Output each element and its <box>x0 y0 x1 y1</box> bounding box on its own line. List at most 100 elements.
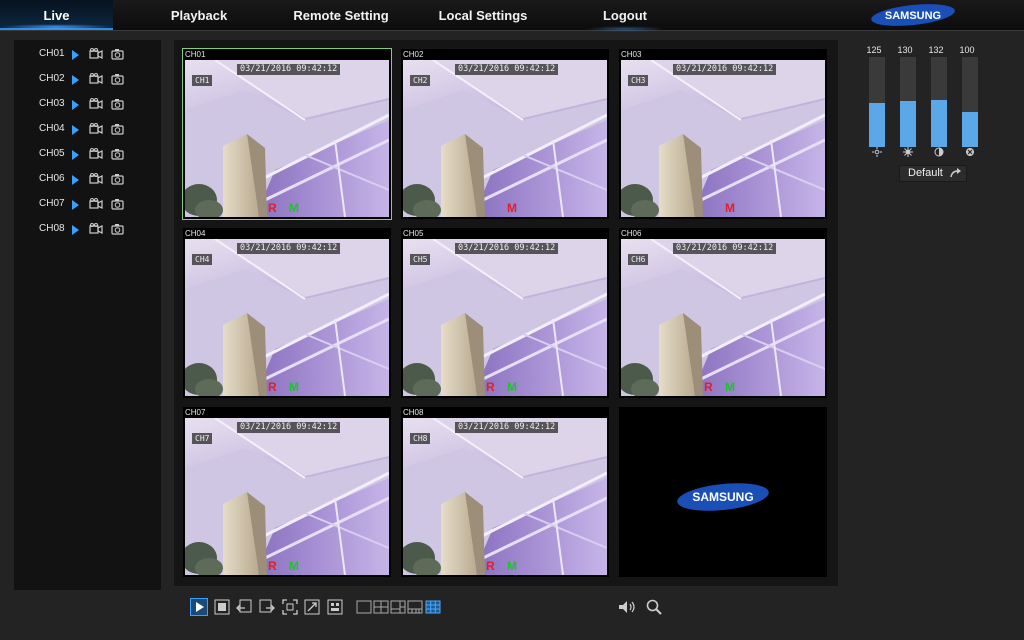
motion-indicator: M <box>507 380 517 394</box>
slider-fill <box>931 100 947 147</box>
samsung-logo: SAMSUNG <box>870 3 956 27</box>
nav-logout[interactable]: Logout <box>585 0 665 32</box>
slider-fill <box>869 102 885 147</box>
record-camera-icon[interactable] <box>89 148 103 160</box>
previous-icon[interactable] <box>235 598 253 616</box>
record-camera-icon[interactable] <box>89 223 103 235</box>
motion-indicator: M <box>725 201 735 215</box>
cell-title: CH07 <box>185 408 206 417</box>
channel-row-ch01[interactable]: CH01 <box>14 45 161 65</box>
snapshot-icon[interactable] <box>111 148 124 160</box>
play-icon[interactable] <box>72 125 79 135</box>
video-cell-ch05[interactable]: CH05 03/21/2016 09:42:12 CH5 R M <box>401 228 609 398</box>
camera-feed: 03/21/2016 09:42:12 CH8 R M <box>403 418 607 575</box>
layout-9-icon[interactable] <box>424 598 442 616</box>
slider-track[interactable] <box>931 57 947 147</box>
video-cell-ch08[interactable]: CH08 03/21/2016 09:42:12 CH8 R M <box>401 407 609 577</box>
nav-playback[interactable]: Playback <box>150 0 248 30</box>
record-camera-icon[interactable] <box>89 198 103 210</box>
snapshot-icon[interactable] <box>111 173 124 185</box>
cell-title: CH02 <box>403 50 424 59</box>
motion-indicator: M <box>289 201 299 215</box>
play-icon[interactable] <box>72 50 79 60</box>
samsung-logo-text: SAMSUNG <box>692 490 753 504</box>
record-camera-icon[interactable] <box>89 123 103 135</box>
video-cell-ch04[interactable]: CH04 03/21/2016 09:42:12 CH4 R M <box>183 228 391 398</box>
samsung-logo: SAMSUNG <box>675 480 771 514</box>
cell-title: CH04 <box>185 229 206 238</box>
snapshot-icon[interactable] <box>111 223 124 235</box>
saturation-value: 130 <box>897 45 913 55</box>
layout-6-icon[interactable] <box>389 598 407 616</box>
video-cell-ch06[interactable]: CH06 03/21/2016 09:42:12 CH6 R M <box>619 228 827 398</box>
exit-fullscreen-icon[interactable] <box>303 598 321 616</box>
stop-all-icon[interactable] <box>213 598 231 616</box>
osd-timestamp: 03/21/2016 09:42:12 <box>237 243 341 254</box>
camera-feed: 03/21/2016 09:42:12 CH6 R M <box>621 239 825 396</box>
record-camera-icon[interactable] <box>89 73 103 85</box>
channel-label: CH01 <box>39 48 65 59</box>
channel-label: CH05 <box>39 148 65 159</box>
slider-fill <box>962 111 978 147</box>
channel-row-ch08[interactable]: CH08 <box>14 220 161 240</box>
play-all-icon[interactable] <box>190 598 208 616</box>
nav-logout-label: Logout <box>602 8 648 23</box>
play-icon[interactable] <box>72 225 79 235</box>
zoom-icon[interactable] <box>645 598 663 616</box>
motion-indicator: M <box>725 380 735 394</box>
snapshot-icon[interactable] <box>111 123 124 135</box>
channel-row-ch07[interactable]: CH07 <box>14 195 161 215</box>
record-all-icon[interactable] <box>326 598 344 616</box>
snapshot-icon[interactable] <box>111 198 124 210</box>
record-camera-icon[interactable] <box>89 173 103 185</box>
image-adjust-panel: 125 130 132 100 Default <box>860 40 985 190</box>
video-cell-ch03[interactable]: CH03 03/21/2016 09:42:12 CH3 M <box>619 49 827 219</box>
camera-feed: 03/21/2016 09:42:12 CH7 R M <box>185 418 389 575</box>
record-camera-icon[interactable] <box>89 98 103 110</box>
snapshot-icon[interactable] <box>111 48 124 60</box>
nav-live[interactable]: Live <box>0 0 113 30</box>
next-icon[interactable] <box>258 598 276 616</box>
default-button[interactable]: Default <box>899 165 967 182</box>
layout-1-icon[interactable] <box>355 598 373 616</box>
channel-row-ch06[interactable]: CH06 <box>14 170 161 190</box>
nav-local-settings[interactable]: Local Settings <box>428 0 538 30</box>
channel-row-ch02[interactable]: CH02 <box>14 70 161 90</box>
play-icon[interactable] <box>72 150 79 160</box>
fullscreen-icon[interactable] <box>281 598 299 616</box>
channel-row-ch03[interactable]: CH03 <box>14 95 161 115</box>
camera-feed: 03/21/2016 09:42:12 CH5 R M <box>403 239 607 396</box>
play-icon[interactable] <box>72 175 79 185</box>
channel-row-ch05[interactable]: CH05 <box>14 145 161 165</box>
reset-arrow-icon <box>950 168 961 178</box>
slider-track[interactable] <box>900 57 916 147</box>
channel-row-ch04[interactable]: CH04 <box>14 120 161 140</box>
snapshot-icon[interactable] <box>111 98 124 110</box>
slider-track[interactable] <box>962 57 978 147</box>
contrast-value: 132 <box>928 45 944 55</box>
layout-8-icon[interactable] <box>406 598 424 616</box>
play-icon[interactable] <box>72 200 79 210</box>
channel-label: CH07 <box>39 198 65 209</box>
video-cell-ch07[interactable]: CH07 03/21/2016 09:42:12 CH7 R M <box>183 407 391 577</box>
osd-timestamp: 03/21/2016 09:42:12 <box>455 422 559 433</box>
video-cell-empty[interactable]: SAMSUNG <box>619 407 827 577</box>
osd-timestamp: 03/21/2016 09:42:12 <box>455 243 559 254</box>
osd-timestamp: 03/21/2016 09:42:12 <box>673 64 777 75</box>
channel-label: CH02 <box>39 73 65 84</box>
samsung-logo-text: SAMSUNG <box>885 10 941 22</box>
nav-glow <box>585 26 665 32</box>
volume-icon[interactable] <box>617 598 639 616</box>
slider-track[interactable] <box>869 57 885 147</box>
nav-remote-setting[interactable]: Remote Setting <box>282 0 400 30</box>
video-cell-ch01[interactable]: CH01 03/21/2016 09:42:12 CH1 R M <box>182 48 392 220</box>
record-camera-icon[interactable] <box>89 48 103 60</box>
snapshot-icon[interactable] <box>111 73 124 85</box>
play-icon[interactable] <box>72 100 79 110</box>
play-icon[interactable] <box>72 75 79 85</box>
nav-local-settings-label: Local Settings <box>438 8 528 23</box>
layout-4-icon[interactable] <box>372 598 390 616</box>
channel-label: CH06 <box>39 173 65 184</box>
video-cell-ch02[interactable]: CH02 03/21/2016 09:42:12 CH2 M <box>401 49 609 219</box>
osd-timestamp: 03/21/2016 09:42:12 <box>237 64 341 75</box>
